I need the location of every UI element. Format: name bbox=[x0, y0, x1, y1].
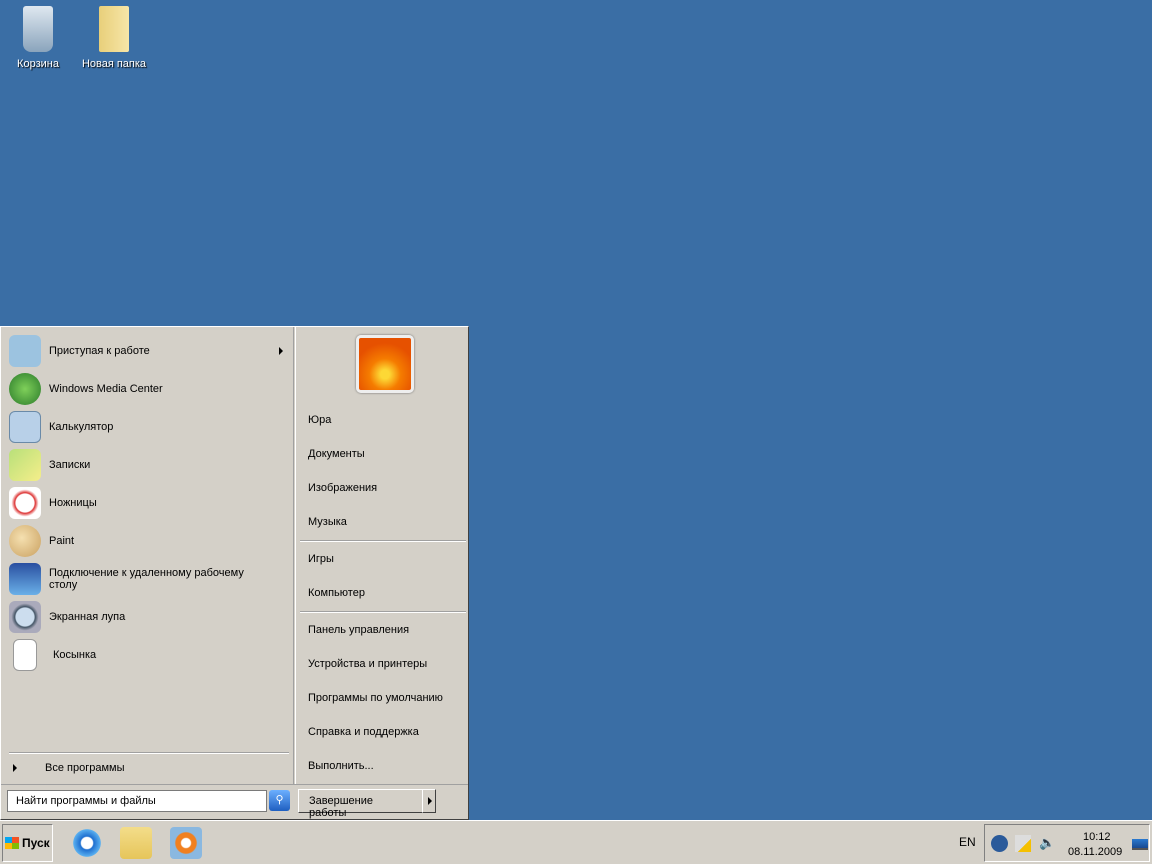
program-getting-started[interactable]: Приступая к работе bbox=[9, 333, 291, 369]
place-documents[interactable]: Документы bbox=[308, 448, 365, 460]
arrow-right-icon bbox=[428, 797, 432, 805]
shutdown-button[interactable]: Завершение работы bbox=[298, 789, 423, 819]
recycle-bin-icon bbox=[23, 6, 53, 52]
place-devices-printers[interactable]: Устройства и принтеры bbox=[308, 658, 427, 670]
place-music[interactable]: Музыка bbox=[308, 516, 347, 528]
network-warning-icon[interactable] bbox=[1015, 835, 1031, 852]
place-computer[interactable]: Компьютер bbox=[308, 587, 365, 599]
program-label: Калькулятор bbox=[49, 421, 114, 433]
volume-icon[interactable]: 🔈 bbox=[1039, 835, 1055, 851]
explorer-folder-icon[interactable] bbox=[120, 827, 152, 859]
place-run[interactable]: Выполнить... bbox=[308, 760, 374, 772]
clock-time[interactable]: 10:12 bbox=[1083, 831, 1111, 843]
arrow-right-icon bbox=[13, 764, 17, 772]
programs-list: Приступая к работе Windows Media Center … bbox=[1, 327, 294, 784]
program-solitaire[interactable]: Косынка bbox=[9, 637, 291, 673]
places-list: Юра Документы Изображения Музыка Игры Ко… bbox=[295, 327, 468, 784]
program-label: Windows Media Center bbox=[49, 383, 163, 395]
user-picture[interactable] bbox=[356, 335, 414, 393]
submenu-arrow-icon bbox=[279, 347, 283, 355]
paint-palette-icon bbox=[9, 525, 41, 557]
program-label: Косынка bbox=[53, 649, 97, 661]
place-help-support[interactable]: Справка и поддержка bbox=[308, 726, 419, 738]
taskbar: Пуск EN 🔈 10:12 08.11.2009 bbox=[0, 820, 1152, 864]
program-label: Paint bbox=[49, 535, 75, 547]
language-indicator[interactable]: EN bbox=[959, 835, 976, 849]
program-magnifier[interactable]: Экранная лупа bbox=[9, 599, 291, 635]
windows-logo-icon bbox=[5, 837, 19, 849]
folder-icon bbox=[99, 6, 129, 52]
place-control-panel[interactable]: Панель управления bbox=[308, 624, 409, 636]
start-menu: Приступая к работе Windows Media Center … bbox=[0, 326, 469, 820]
place-default-programs[interactable]: Программы по умолчанию bbox=[308, 692, 443, 704]
getting-started-icon bbox=[9, 335, 41, 367]
program-sticky-notes[interactable]: Записки bbox=[9, 447, 291, 483]
place-games[interactable]: Игры bbox=[308, 553, 334, 565]
divider bbox=[300, 611, 466, 613]
place-pictures[interactable]: Изображения bbox=[308, 482, 377, 494]
program-label: Экранная лупа bbox=[49, 611, 126, 623]
start-label: Пуск bbox=[22, 836, 50, 850]
show-desktop-icon[interactable] bbox=[1132, 839, 1148, 850]
all-programs-label: Все программы bbox=[45, 762, 125, 774]
internet-explorer-icon[interactable] bbox=[71, 827, 103, 859]
program-media-center[interactable]: Windows Media Center bbox=[9, 371, 291, 407]
media-center-icon bbox=[9, 373, 41, 405]
start-menu-bottom: Найти программы и файлы ⚲ Завершение раб… bbox=[1, 784, 468, 819]
sticky-notes-icon bbox=[9, 449, 41, 481]
program-paint[interactable]: Paint bbox=[9, 523, 291, 559]
divider bbox=[300, 540, 466, 542]
scissors-icon bbox=[9, 487, 41, 519]
desktop-icon-label: Корзина bbox=[17, 58, 59, 70]
desktop-icon-recycle-bin[interactable]: Корзина bbox=[3, 6, 73, 70]
all-programs-button[interactable]: Все программы bbox=[9, 751, 291, 785]
program-label: Записки bbox=[49, 459, 91, 471]
program-label: Приступая к работе bbox=[49, 345, 150, 357]
solitaire-card-icon bbox=[13, 639, 37, 671]
start-button[interactable]: Пуск bbox=[2, 824, 53, 862]
magnifier-icon bbox=[9, 601, 41, 633]
agent-icon[interactable] bbox=[991, 835, 1008, 852]
media-player-icon[interactable] bbox=[170, 827, 202, 859]
calculator-icon bbox=[9, 411, 41, 443]
search-input[interactable]: Найти программы и файлы bbox=[7, 790, 267, 812]
program-snipping-tool[interactable]: Ножницы bbox=[9, 485, 291, 521]
clock-date[interactable]: 08.11.2009 bbox=[1068, 846, 1122, 858]
desktop-icon-label: Новая папка bbox=[81, 58, 147, 70]
desktop-icon-new-folder[interactable]: Новая папка bbox=[79, 6, 149, 70]
shutdown-options-button[interactable] bbox=[422, 789, 436, 813]
remote-desktop-icon bbox=[9, 563, 41, 595]
program-remote-desktop[interactable]: Подключение к удаленному рабочему столу bbox=[9, 561, 291, 597]
program-calculator[interactable]: Калькулятор bbox=[9, 409, 291, 445]
program-label: Ножницы bbox=[49, 497, 97, 509]
place-user[interactable]: Юра bbox=[308, 414, 331, 426]
search-icon[interactable]: ⚲ bbox=[269, 790, 290, 811]
system-tray: 🔈 10:12 08.11.2009 bbox=[984, 824, 1150, 862]
program-label: Подключение к удаленному рабочему столу bbox=[49, 567, 244, 591]
